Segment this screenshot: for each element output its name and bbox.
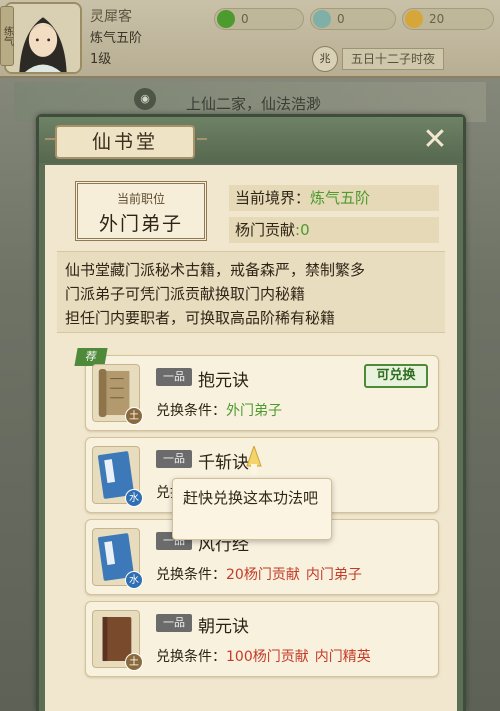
realm-value: 炼气五阶 xyxy=(310,189,371,207)
resource-jade[interactable]: 0 xyxy=(310,8,396,30)
title-decoration xyxy=(45,138,55,140)
skill-name: 朝元诀 xyxy=(198,617,249,637)
time-badge[interactable]: 兆 xyxy=(312,46,338,72)
condition-label: 兑换条件： xyxy=(156,567,226,583)
condition-contribution: 100杨门贡献 xyxy=(226,649,309,665)
rank-label: 当前职位 xyxy=(116,192,165,206)
skill-name: 千斩诀 xyxy=(198,453,249,473)
exchange-condition: 兑换条件：外门弟子 xyxy=(156,400,282,420)
resource-spirit-stone[interactable]: 0 xyxy=(214,8,304,30)
hint-tooltip: 赶快兑换这本功法吧 xyxy=(172,478,332,540)
side-tab[interactable]: 练气 xyxy=(0,6,14,66)
condition-rank: 内门精英 xyxy=(314,649,371,665)
brown-book-icon: 土 xyxy=(92,610,143,671)
resource-coin[interactable]: 20 xyxy=(402,8,494,30)
avatar-portrait-icon xyxy=(6,4,80,72)
contribution-row: 杨门贡献:0 xyxy=(229,217,439,243)
player-level: 1级 xyxy=(90,52,112,67)
grade-tag: 一品 xyxy=(156,614,192,632)
exchange-button[interactable]: 可兑换 xyxy=(364,364,428,388)
exchange-condition: 兑换条件：100杨门贡献 内门精英 xyxy=(156,646,377,666)
rank-value: 外门弟子 xyxy=(98,213,183,235)
coin-icon xyxy=(405,10,423,28)
news-text: 上仙二家，仙法浩渺 xyxy=(186,95,322,113)
element-badge: 水 xyxy=(125,489,143,507)
panel-body: 当前职位 外门弟子 当前境界：炼气五阶 杨门贡献:0 仙书堂藏门派秘术古籍，戒备… xyxy=(45,165,457,711)
news-icon: ◉ xyxy=(134,88,156,110)
library-panel: 仙书堂 ✕ 当前职位 外门弟子 当前境界：炼气五阶 杨门贡献:0 仙书堂藏门派秘… xyxy=(36,114,466,711)
description-line: 门派弟子可凭门派贡献换取门内秘籍 xyxy=(65,285,306,303)
realm-row: 当前境界：炼气五阶 xyxy=(229,185,439,211)
condition-label: 兑换条件： xyxy=(156,649,226,665)
description-line: 担任门内要职者，可换取高品阶稀有秘籍 xyxy=(65,309,336,327)
element-badge: 土 xyxy=(125,407,143,425)
spirit-stone-icon xyxy=(217,10,235,28)
close-button[interactable]: ✕ xyxy=(415,123,455,159)
skill-item-chaoyuan[interactable]: 土 一品 朝元诀 兑换条件：100杨门贡献 内门精英 xyxy=(85,601,439,677)
panel-title: 仙书堂 xyxy=(55,125,195,159)
condition-requirement: 外门弟子 xyxy=(226,403,282,419)
top-status-bar: 练气 灵犀客 炼气五阶 1级 0 0 20 兆 五日十二子时夜 xyxy=(0,0,500,78)
grade-tag: 一品 xyxy=(156,450,192,468)
element-badge: 土 xyxy=(125,653,143,671)
description-box: 仙书堂藏门派秘术古籍，戒备森严，禁制繁多 门派弟子可凭门派贡献换取门内秘籍 担任… xyxy=(57,251,445,333)
tooltip-pointer-icon xyxy=(246,446,262,478)
scroll-icon: 土 xyxy=(92,364,143,425)
game-time: 五日十二子时夜 xyxy=(342,48,445,70)
contribution-label: 杨门贡献 xyxy=(235,221,296,239)
resource-value: 20 xyxy=(429,12,445,26)
jade-icon xyxy=(313,10,331,28)
condition-contribution: 20杨门贡献 xyxy=(226,567,300,583)
blue-book-icon: 水 xyxy=(92,528,143,589)
player-avatar[interactable] xyxy=(4,2,82,74)
contribution-value: :0 xyxy=(295,221,310,239)
condition-rank: 内门弟子 xyxy=(305,567,362,583)
title-decoration xyxy=(197,138,207,140)
skill-name: 抱元诀 xyxy=(198,371,249,391)
resource-value: 0 xyxy=(241,12,249,26)
condition-label: 兑换条件： xyxy=(156,403,226,419)
element-badge: 水 xyxy=(125,571,143,589)
realm-label: 当前境界： xyxy=(235,189,311,207)
player-realm: 炼气五阶 xyxy=(90,31,143,46)
close-icon: ✕ xyxy=(422,122,448,157)
blue-book-icon: 水 xyxy=(92,446,143,507)
grade-tag: 一品 xyxy=(156,368,192,386)
current-rank-box: 当前职位 外门弟子 xyxy=(75,181,207,241)
panel-header: 仙书堂 ✕ xyxy=(39,117,463,163)
skill-item-baoyuan[interactable]: 荐 土 一品 抱元诀 可兑换 兑换条件：外门弟子 xyxy=(74,348,439,431)
exchange-condition: 兑换条件：20杨门贡献 内门弟子 xyxy=(156,564,368,584)
player-name: 灵犀客 xyxy=(90,9,132,25)
resource-value: 0 xyxy=(337,12,345,26)
description-line: 仙书堂藏门派秘术古籍，戒备森严，禁制繁多 xyxy=(65,261,366,279)
